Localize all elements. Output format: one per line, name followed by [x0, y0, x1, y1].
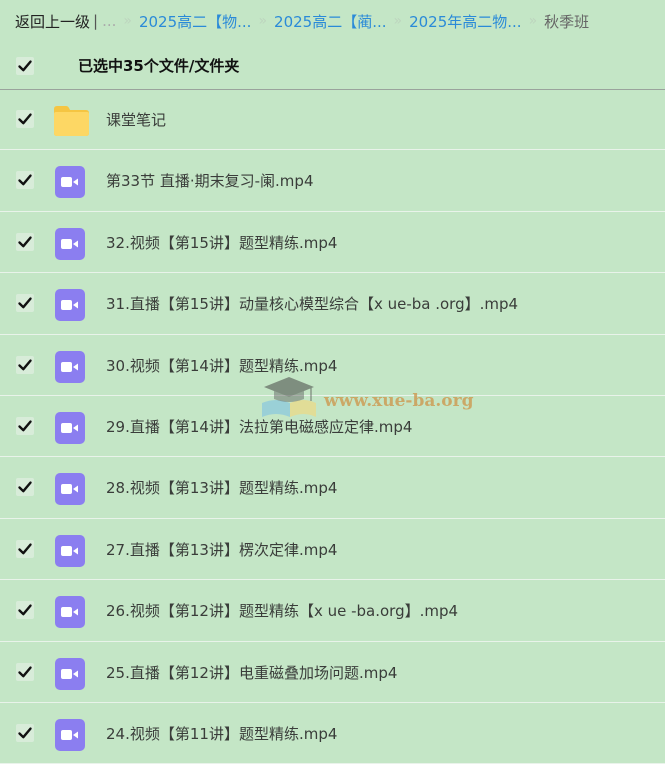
file-row[interactable]: 第33节 直播·期末复习-阑.mp4 — [0, 150, 665, 212]
video-icon — [55, 596, 85, 629]
file-name[interactable]: 25.直播【第12讲】电重磁叠加场问题.mp4 — [106, 662, 397, 683]
video-icon — [55, 166, 85, 199]
checkmark-icon — [18, 543, 32, 555]
file-name[interactable]: 29.直播【第14讲】法拉第电磁感应定律.mp4 — [106, 416, 412, 437]
row-checkbox[interactable] — [16, 662, 34, 681]
checkmark-icon — [18, 420, 32, 432]
file-list: 课堂笔记 第33节 直播·期末复习-阑.mp4 32.视频【第15讲】题型精练.… — [0, 89, 665, 764]
breadcrumb-arrow-icon: » — [258, 13, 268, 29]
breadcrumb-link[interactable]: 2025高二【蔺... — [274, 11, 386, 32]
file-row[interactable]: 30.视频【第14讲】题型精练.mp4 — [0, 335, 665, 396]
file-name[interactable]: 31.直播【第15讲】动量核心模型综合【x ue-ba .org】.mp4 — [106, 293, 518, 314]
breadcrumb-current: 秋季班 — [544, 12, 590, 31]
video-icon — [55, 718, 85, 751]
checkmark-icon — [18, 665, 32, 677]
file-row[interactable]: 26.视频【第12讲】题型精练【x ue -ba.org】.mp4 — [0, 580, 665, 642]
breadcrumb-arrow-icon: » — [393, 13, 403, 29]
selection-bar: 已选中35个文件/文件夹 — [0, 42, 665, 90]
selection-count-label: 已选中35个文件/文件夹 — [78, 57, 240, 75]
checkmark-icon — [18, 297, 32, 309]
video-icon — [55, 289, 85, 322]
file-row[interactable]: 32.视频【第15讲】题型精练.mp4 — [0, 212, 665, 274]
file-row[interactable]: 课堂笔记 — [0, 89, 665, 151]
file-row[interactable]: 31.直播【第15讲】动量核心模型综合【x ue-ba .org】.mp4 — [0, 273, 665, 335]
file-name[interactable]: 第33节 直播·期末复习-阑.mp4 — [106, 170, 313, 191]
breadcrumb-ellipsis[interactable]: ... — [102, 12, 116, 30]
row-checkbox[interactable] — [16, 416, 34, 435]
file-name[interactable]: 27.直播【第13讲】楞次定律.mp4 — [106, 539, 337, 560]
checkmark-icon — [18, 604, 32, 616]
video-icon — [55, 534, 85, 567]
checkmark-icon — [18, 481, 32, 493]
row-checkbox[interactable] — [16, 110, 34, 128]
row-checkbox[interactable] — [16, 171, 34, 190]
file-row[interactable]: 24.视频【第11讲】题型精练.mp4 — [0, 703, 665, 764]
video-icon — [55, 473, 85, 506]
breadcrumb-arrow-icon: » — [528, 13, 538, 29]
checkmark-icon — [18, 727, 32, 739]
video-icon — [55, 657, 85, 690]
back-link[interactable]: 返回上一级 — [15, 11, 90, 32]
checkmark-icon — [18, 174, 32, 186]
checkmark-icon — [18, 113, 32, 125]
row-checkbox[interactable] — [16, 294, 34, 313]
checkmark-icon — [18, 236, 32, 248]
file-name[interactable]: 32.视频【第15讲】题型精练.mp4 — [106, 232, 337, 253]
file-name[interactable]: 30.视频【第14讲】题型精练.mp4 — [106, 355, 337, 376]
video-icon — [55, 227, 85, 260]
file-name[interactable]: 课堂笔记 — [106, 109, 166, 130]
breadcrumb: 返回上一级 | ... » 2025高二【物... » 2025高二【蔺... … — [0, 0, 665, 42]
row-checkbox[interactable] — [16, 355, 34, 374]
row-checkbox[interactable] — [16, 478, 34, 497]
row-checkbox[interactable] — [16, 723, 34, 742]
checkmark-icon — [18, 358, 32, 370]
row-checkbox[interactable] — [16, 232, 34, 251]
folder-icon — [54, 106, 89, 136]
file-name[interactable]: 24.视频【第11讲】题型精练.mp4 — [106, 723, 337, 744]
breadcrumb-separator: | — [93, 12, 99, 30]
video-icon — [55, 350, 85, 383]
file-name[interactable]: 26.视频【第12讲】题型精练【x ue -ba.org】.mp4 — [106, 600, 458, 621]
select-all-checkbox[interactable] — [16, 57, 34, 75]
file-row[interactable]: 28.视频【第13讲】题型精练.mp4 — [0, 457, 665, 519]
breadcrumb-arrow-icon: » — [123, 13, 132, 29]
file-row[interactable]: 25.直播【第12讲】电重磁叠加场问题.mp4 — [0, 642, 665, 703]
row-checkbox[interactable] — [16, 601, 34, 620]
file-row[interactable]: 27.直播【第13讲】楞次定律.mp4 — [0, 519, 665, 581]
file-name[interactable]: 28.视频【第13讲】题型精练.mp4 — [106, 477, 337, 498]
breadcrumb-link[interactable]: 2025高二【物... — [139, 11, 251, 32]
checkmark-icon — [18, 60, 32, 72]
breadcrumb-link[interactable]: 2025年高二物... — [409, 11, 521, 32]
video-icon — [55, 411, 85, 444]
file-row[interactable]: 29.直播【第14讲】法拉第电磁感应定律.mp4 — [0, 396, 665, 458]
row-checkbox[interactable] — [16, 539, 34, 558]
